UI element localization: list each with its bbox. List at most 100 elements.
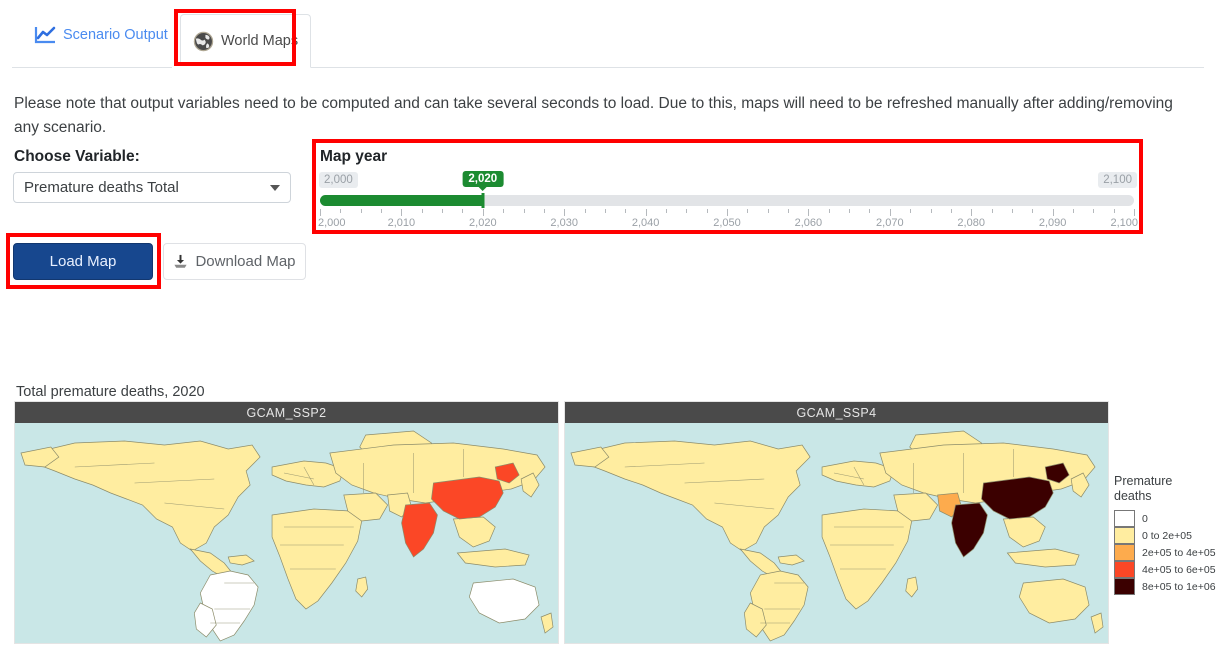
- map-legend: Premature deaths 0 0 to 2e+05 2e+05 to 4e+…: [1114, 474, 1222, 595]
- slider-tick-minor: [849, 209, 851, 213]
- map-year-slider-panel: Map year 2,000 2,100 2,020 2,000 2,010 2,0…: [316, 143, 1139, 230]
- slider-max-label: 2,100: [1098, 172, 1137, 188]
- slider-tick-label: 2,000: [318, 217, 346, 229]
- info-note: Please note that output variables need t…: [14, 95, 1173, 137]
- slider-tick-minor: [747, 209, 749, 213]
- slider-tick-label: 2,010: [387, 217, 416, 229]
- slider-tick-minor: [442, 209, 444, 213]
- slider-tick-minor: [767, 209, 769, 213]
- tab-bar: Scenario Output World Maps: [0, 0, 1226, 68]
- legend-row: 0: [1114, 510, 1222, 527]
- slider-tick-minor: [1072, 209, 1074, 213]
- slider-tick-minor: [523, 209, 525, 213]
- world-map-ssp2: [15, 423, 558, 643]
- tab-scenario-output[interactable]: Scenario Output: [22, 16, 180, 54]
- slider-tick-label: 2,050: [713, 217, 741, 229]
- legend-title-line1: Premature: [1114, 474, 1173, 488]
- slider-tick-minor: [1093, 209, 1095, 213]
- download-map-button[interactable]: Download Map: [163, 243, 306, 280]
- slider-track[interactable]: [320, 195, 1134, 206]
- tab-scenario-output-label: Scenario Output: [63, 27, 168, 43]
- slider-tick-label: 2,080: [957, 217, 985, 229]
- slider-tick-minor: [1032, 209, 1034, 213]
- slider-tick-minor: [604, 209, 606, 213]
- slider-tick-major: [401, 209, 403, 216]
- slider-tick-major: [482, 209, 484, 216]
- slider-tick-minor: [686, 209, 688, 213]
- load-map-button-label: Load Map: [49, 253, 117, 270]
- legend-label: 2e+05 to 4e+05: [1142, 546, 1216, 559]
- legend-row: 2e+05 to 4e+05: [1114, 544, 1222, 561]
- slider-handle[interactable]: [481, 193, 485, 208]
- slider-tick-major: [320, 209, 321, 216]
- slider-tick-minor: [360, 209, 362, 213]
- slider-tick-minor: [1011, 209, 1013, 213]
- legend-label: 0 to 2e+05: [1142, 529, 1192, 542]
- slider-tick-minor: [930, 209, 932, 213]
- world-map-ssp4: [565, 423, 1108, 643]
- slider-tick-minor: [584, 209, 586, 213]
- active-tab-underline: [172, 66, 299, 68]
- map-year-title: Map year: [320, 148, 388, 165]
- legend-swatch: [1114, 527, 1135, 544]
- slider-tick-minor: [625, 209, 627, 213]
- slider-tick-minor: [950, 209, 952, 213]
- legend-swatch: [1114, 578, 1135, 595]
- slider-tick-minor: [503, 209, 505, 213]
- map-panel-ssp4[interactable]: GCAM_SSP4: [564, 401, 1109, 644]
- slider-tick-label: 2,090: [1038, 217, 1067, 229]
- line-chart-icon: [34, 26, 56, 44]
- slider-tick-minor: [706, 209, 708, 213]
- slider-min-label: 2,000: [319, 172, 358, 188]
- slider-tick-label: 2,100: [1110, 217, 1138, 229]
- legend-row: 4e+05 to 6e+05: [1114, 561, 1222, 578]
- slider-tick-major: [971, 209, 973, 216]
- load-map-button[interactable]: Load Map: [13, 243, 153, 280]
- slider-tick-minor: [543, 209, 545, 213]
- slider-tick-minor: [869, 209, 871, 213]
- slider-tick-minor: [340, 209, 342, 213]
- legend-swatch: [1114, 561, 1135, 578]
- slider-tick-major: [727, 209, 728, 216]
- map-panel-ssp2[interactable]: GCAM_SSP2: [14, 401, 559, 644]
- map-title: Total premature deaths, 2020: [16, 384, 205, 400]
- legend-items: 0 0 to 2e+05 2e+05 to 4e+05 4e+05 to 6e+05 8…: [1114, 510, 1222, 595]
- world-maps-page: Scenario Output World Maps Please note t…: [0, 0, 1226, 667]
- slider-tick-major: [645, 209, 647, 216]
- slider-tick-minor: [421, 209, 423, 213]
- slider-tick-major: [1134, 209, 1135, 216]
- slider-tick-label: 2,060: [794, 217, 823, 229]
- slider-tick-major: [808, 209, 810, 216]
- legend-swatch: [1114, 544, 1135, 561]
- slider-tick-minor: [462, 209, 464, 213]
- legend-row: 8e+05 to 1e+06: [1114, 578, 1222, 595]
- chevron-down-icon: [270, 184, 280, 191]
- slider-tick-label: 2,020: [469, 217, 497, 229]
- variable-select[interactable]: Premature deaths Total: [13, 172, 291, 203]
- tab-world-maps[interactable]: World Maps: [180, 14, 312, 68]
- slider-tick-minor: [910, 209, 912, 213]
- globe-icon: [193, 31, 214, 52]
- legend-label: 0: [1142, 512, 1148, 525]
- slider-tick-minor: [665, 209, 667, 213]
- map-panel-ssp2-header: GCAM_SSP2: [15, 402, 558, 423]
- tab-world-maps-label: World Maps: [221, 33, 299, 49]
- slider-tick-major: [564, 209, 566, 216]
- slider-tick-label: 2,070: [876, 217, 904, 229]
- slider-tick-label: 2,040: [631, 217, 660, 229]
- map-panel-ssp4-header: GCAM_SSP4: [565, 402, 1108, 423]
- choose-variable-label: Choose Variable:: [14, 148, 140, 165]
- slider-tick-minor: [381, 209, 383, 213]
- slider-track-fill: [320, 195, 483, 206]
- slider-tick-minor: [828, 209, 830, 213]
- slider-tick-minor: [1113, 209, 1115, 213]
- variable-select-value: Premature deaths Total: [24, 179, 179, 196]
- legend-label: 4e+05 to 6e+05: [1142, 563, 1216, 576]
- slider-ticks: [320, 209, 1135, 217]
- download-icon: [173, 254, 188, 269]
- slider-tick-labels: 2,000 2,010 2,020 2,030 2,040 2,050 2,060 2,070…: [318, 217, 1138, 231]
- slider-tick-minor: [991, 209, 993, 213]
- legend-label: 8e+05 to 1e+06: [1142, 580, 1216, 593]
- download-map-button-label: Download Map: [195, 253, 296, 270]
- slider-tick-label: 2,030: [550, 217, 578, 229]
